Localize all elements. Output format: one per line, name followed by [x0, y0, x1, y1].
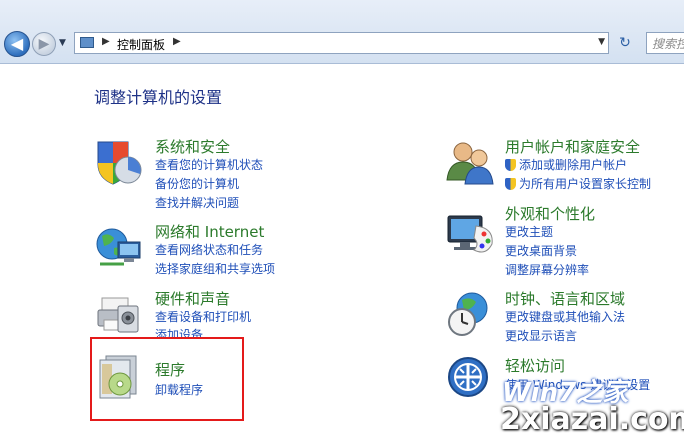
back-button[interactable]: ◀ [4, 31, 30, 57]
watermark-site: 2xiazai.com [500, 402, 684, 437]
link-add-remove-users[interactable]: 添加或删除用户帐户 [519, 158, 627, 172]
shield-chart-icon [97, 141, 142, 185]
link-parental-controls[interactable]: 为所有用户设置家长控制 [519, 177, 651, 191]
breadcrumb-control-panel[interactable]: 控制面板 [117, 36, 165, 53]
monitor-palette-icon [447, 215, 493, 253]
admin-shield-icon [505, 178, 516, 190]
link-view-network-status[interactable]: 查看网络状态和任务 [155, 241, 263, 258]
clock-globe-icon [448, 292, 488, 336]
breadcrumb-separator[interactable]: ▶ [173, 36, 181, 47]
link-backup-computer[interactable]: 备份您的计算机 [155, 175, 239, 192]
ease-of-access-icon [448, 357, 488, 397]
search-input[interactable]: 搜索控 [646, 32, 684, 54]
link-troubleshoot[interactable]: 查找并解决问题 [155, 194, 239, 211]
globe-network-icon [96, 228, 141, 266]
printer-icon [97, 297, 139, 333]
category-title-clock-language[interactable]: 时钟、语言和区域 [505, 288, 625, 309]
forward-button[interactable]: ▶ [32, 32, 56, 56]
navigation-bar: ◀ ▶ ▼ ▶ 控制面板 ▶ ▼ ↻ 搜索控 [0, 0, 684, 64]
category-title-network-internet[interactable]: 网络和 Internet [155, 221, 264, 242]
admin-shield-icon [505, 159, 516, 171]
address-dropdown-icon[interactable]: ▼ [598, 37, 605, 47]
breadcrumb-separator[interactable]: ▶ [102, 36, 110, 47]
link-screen-resolution[interactable]: 调整屏幕分辨率 [505, 261, 589, 278]
category-title-system-security[interactable]: 系统和安全 [155, 136, 230, 157]
link-change-display-language[interactable]: 更改显示语言 [505, 327, 577, 344]
link-change-theme[interactable]: 更改主题 [505, 223, 553, 240]
page-title: 调整计算机的设置 [94, 88, 223, 107]
link-devices-printers[interactable]: 查看设备和打印机 [155, 308, 251, 325]
watermark: Win7之家 2xiazai.com [500, 372, 684, 445]
highlight-box [90, 337, 244, 421]
link-change-background[interactable]: 更改桌面背景 [505, 242, 577, 259]
link-homegroup-sharing[interactable]: 选择家庭组和共享选项 [155, 260, 275, 277]
category-title-user-accounts[interactable]: 用户帐户和家庭安全 [505, 136, 640, 157]
refresh-icon[interactable]: ↻ [614, 33, 636, 53]
address-bar[interactable]: ▶ 控制面板 ▶ ▼ [74, 32, 609, 54]
link-view-computer-status[interactable]: 查看您的计算机状态 [155, 156, 263, 173]
users-icon [446, 142, 494, 185]
recent-pages-dropdown[interactable]: ▼ [59, 38, 66, 48]
category-title-hardware-sound[interactable]: 硬件和声音 [155, 288, 230, 309]
link-change-keyboard[interactable]: 更改键盘或其他输入法 [505, 308, 625, 325]
category-title-appearance[interactable]: 外观和个性化 [505, 203, 595, 224]
control-panel-icon [80, 37, 94, 48]
